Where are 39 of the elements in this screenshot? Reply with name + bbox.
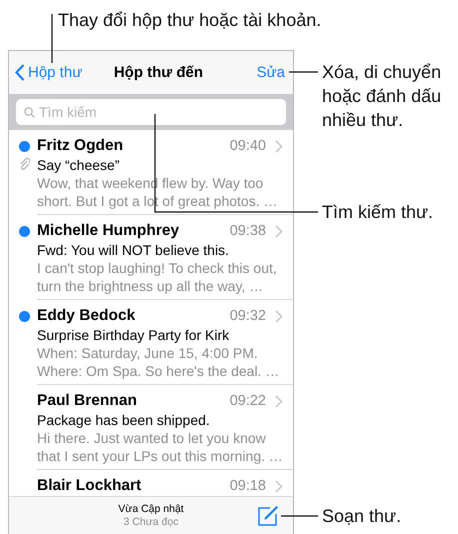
sender-name: Blair Lockhart	[37, 477, 142, 495]
chevron-icon	[275, 224, 283, 238]
message-subject: Fwd: You will NOT believe this.	[37, 241, 230, 259]
update-status: Vừa Cập nhật	[118, 502, 184, 516]
message-time: 09:38	[230, 223, 266, 239]
sender-name: Fritz Ogden	[37, 137, 124, 155]
leader-line	[51, 14, 53, 63]
sender-name: Michelle Humphrey	[37, 222, 180, 240]
chevron-icon	[275, 140, 283, 152]
compose-icon	[257, 505, 279, 527]
leader-line	[281, 515, 318, 517]
callout-text: Soạn thư.	[322, 505, 402, 528]
message-subject: Surprise Birthday Party for Kirk	[37, 326, 230, 344]
message-row[interactable]: Eddy Bedock 09:32 Surprise Birthday Party for Kirk When: Saturday, June 15, 4:00 PM. Where: Om Spa. So here's the deal. …	[9, 300, 293, 385]
message-row[interactable]: Michelle Humphrey 09:38 Fwd: You will NOT believe this. I can't stop laughing! To check this out, turn the brightness up all the way, …	[9, 215, 293, 300]
sender-name: Eddy Bedock	[37, 307, 136, 325]
callout-text: Xóa, di chuyển hoặc đánh dấu nhiều thư.	[322, 61, 442, 132]
unread-count: 3 Chưa đọc	[124, 516, 178, 528]
message-subject: Package has been shipped.	[37, 411, 211, 429]
sender-name: Paul Brennan	[37, 392, 138, 410]
chevron-icon	[275, 480, 283, 492]
chevron-icon	[275, 394, 283, 408]
search-icon	[24, 106, 35, 118]
message-time: 09:18	[230, 478, 266, 494]
compose-button[interactable]	[257, 505, 279, 527]
message-time: 09:32	[230, 308, 266, 324]
message-preview: When: Saturday, June 15, 4:00 PM. Where: Om Spa. So here's the deal. …	[37, 344, 280, 380]
nav-title: Hộp thư đến	[112, 64, 204, 81]
chevron-icon	[275, 310, 283, 322]
message-preview: Hi there. Just wanted to let you know that I sent your LPs out this morning. …	[37, 429, 283, 465]
leader-line	[289, 71, 318, 73]
message-subject: Say “cheese”	[37, 156, 120, 174]
callout-text: Thay đổi hộp thư hoặc tài khoản.	[58, 9, 322, 32]
message-time: 09:40	[230, 138, 266, 154]
back-chevron-icon	[15, 64, 25, 81]
message-time: 09:22	[230, 393, 266, 409]
callout-text: Tìm kiếm thư.	[322, 201, 434, 224]
message-preview: I can't stop laughing! To check this out, turn the brightness up all the way, …	[37, 259, 278, 295]
message-row[interactable]: Paul Brennan 09:22 Package has been shipped. Hi there. Just wanted to let you know that I sent your LPs out this morning. …	[9, 385, 293, 470]
